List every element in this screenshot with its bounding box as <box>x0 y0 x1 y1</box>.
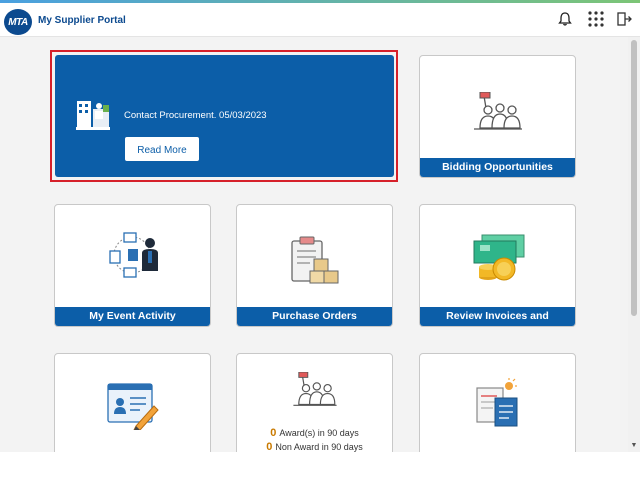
sign-out-icon[interactable] <box>614 9 634 29</box>
supplier-building-icon <box>75 97 111 136</box>
bidding-opportunities-tile[interactable]: Bidding Opportunities <box>419 55 576 178</box>
tile-label: Review Invoices and Payments <box>420 307 575 326</box>
tile-label: Purchase Orders <box>237 307 392 326</box>
award-count-line: 0 Award(s) in 90 days <box>237 427 392 439</box>
documents-icon <box>473 378 523 435</box>
award-count[interactable]: 0 <box>270 427 276 439</box>
award-label: Award(s) in 90 days <box>279 428 359 438</box>
bell-icon[interactable] <box>555 9 575 29</box>
non-award-label: Non Award in 90 days <box>275 442 363 452</box>
documents-tile[interactable] <box>419 353 576 463</box>
bottom-bar <box>0 452 640 480</box>
announcement-message: Contact Procurement. 05/03/2023 <box>124 110 267 121</box>
read-more-button[interactable]: Read More <box>125 137 199 161</box>
header-bar: MTA My Supplier Portal <box>0 3 640 37</box>
apps-grid-icon[interactable] <box>586 9 606 29</box>
mta-logo[interactable]: MTA <box>4 9 32 35</box>
clipboard-boxes-icon <box>288 235 342 292</box>
announcement-tile[interactable]: Contact Procurement. 05/03/2023 Read Mor… <box>55 55 394 177</box>
bidding-people-icon <box>472 91 524 137</box>
bidding-people-icon <box>291 371 339 413</box>
event-network-icon <box>106 231 160 284</box>
scroll-down-arrow-icon[interactable]: ▼ <box>629 441 639 451</box>
profile-form-icon <box>106 382 160 435</box>
my-event-activity-tile[interactable]: My Event Activity <box>54 204 211 327</box>
review-invoices-tile[interactable]: Review Invoices and Payments <box>419 204 576 327</box>
page-scrollbar-thumb[interactable] <box>631 40 637 316</box>
profile-tile[interactable] <box>54 353 211 463</box>
tile-label: Bidding Opportunities <box>420 158 575 177</box>
tile-label: My Event Activity <box>55 307 210 326</box>
money-coins-icon <box>468 231 528 288</box>
purchase-orders-tile[interactable]: Purchase Orders <box>236 204 393 327</box>
app-title: My Supplier Portal <box>38 15 126 26</box>
awards-tile[interactable]: 0 Award(s) in 90 days 0 Non Award in 90 da… <box>236 353 393 463</box>
